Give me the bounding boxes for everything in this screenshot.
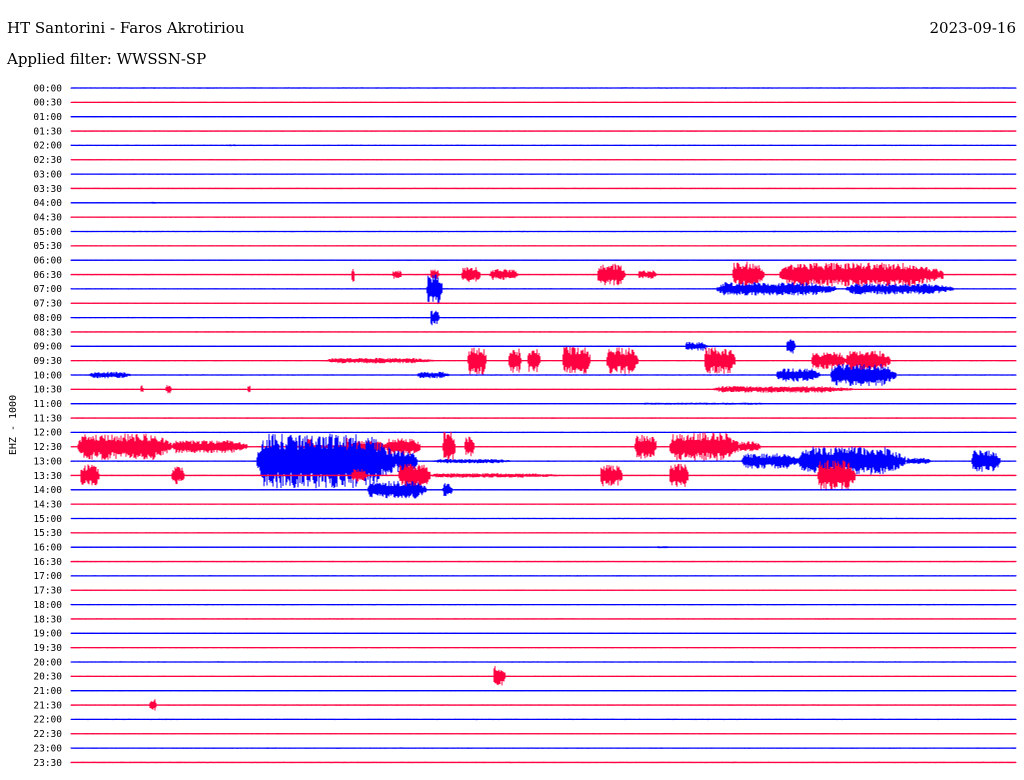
row-time-label: 13:00 [33, 456, 62, 467]
seismic-trace [70, 201, 1017, 204]
row-time-label: 10:00 [33, 370, 62, 381]
row-time-label: 12:00 [33, 428, 62, 439]
seismic-trace [70, 699, 1017, 711]
row-time-label: 09:30 [33, 356, 62, 367]
row-time-label: 17:30 [33, 586, 62, 597]
row-time-label: 22:00 [33, 715, 62, 726]
seismic-trace [70, 481, 1017, 499]
row-time-label: 03:30 [33, 184, 62, 195]
row-time-label: 23:00 [33, 743, 62, 754]
row-time-label: 16:30 [33, 557, 62, 568]
channel-label: EHZ - 1000 [8, 395, 19, 455]
seismic-trace [70, 433, 1017, 489]
row-time-label: 01:00 [33, 112, 62, 123]
row-time-label: 00:00 [33, 83, 62, 94]
seismic-trace [70, 339, 1017, 354]
row-time-label: 20:30 [33, 672, 62, 683]
row-time-label: 21:00 [33, 686, 62, 697]
row-time-label: 19:00 [33, 629, 62, 640]
row-time-label: 10:30 [33, 385, 62, 396]
row-time-label: 06:30 [33, 270, 62, 281]
row-time-label: 04:30 [33, 212, 62, 223]
row-time-label: 13:30 [33, 471, 62, 482]
row-time-label: 02:00 [33, 141, 62, 152]
row-time-label: 01:30 [33, 126, 62, 137]
row-time-label: 11:30 [33, 413, 62, 424]
row-time-label: 14:30 [33, 499, 62, 510]
row-time-label: 05:00 [33, 227, 62, 238]
seismic-trace [70, 310, 1017, 326]
traces [70, 87, 1017, 764]
row-time-label: 12:30 [33, 442, 62, 453]
row-time-label: 03:00 [33, 169, 62, 180]
row-time-label: 14:00 [33, 485, 62, 496]
row-time-label: 15:00 [33, 514, 62, 525]
row-time-label: 02:30 [33, 155, 62, 166]
row-time-label: 20:00 [33, 657, 62, 668]
row-time-label: 17:00 [33, 571, 62, 582]
row-time-label: 23:30 [33, 758, 62, 769]
row-time-label: 09:00 [33, 342, 62, 353]
row-time-label: 05:30 [33, 241, 62, 252]
row-time-label: 15:30 [33, 528, 62, 539]
row-time-label: 07:30 [33, 299, 62, 310]
seismic-trace [70, 747, 1017, 749]
row-time-label: 16:00 [33, 543, 62, 554]
row-time-label: 08:30 [33, 327, 62, 338]
row-labels: 00:00 00:30 01:00 01:30 02:00 02:30 03:00 03:30… [33, 83, 62, 768]
seismic-trace [70, 385, 1017, 394]
row-time-label: 18:30 [33, 614, 62, 625]
row-time-label: 00:30 [33, 98, 62, 109]
row-time-label: 22:30 [33, 729, 62, 740]
seismic-trace [70, 364, 1017, 386]
row-time-label: 18:00 [33, 600, 62, 611]
row-time-label: 08:00 [33, 313, 62, 324]
row-time-label: 04:00 [33, 198, 62, 209]
row-time-label: 07:00 [33, 284, 62, 295]
row-time-label: 06:00 [33, 256, 62, 267]
seismogram-chart: 00:00 00:30 01:00 01:30 02:00 02:30 03:00 03:30… [8, 83, 1017, 769]
row-time-label: 11:00 [33, 399, 62, 410]
seismic-trace [70, 402, 1017, 405]
row-time-label: 21:30 [33, 700, 62, 711]
seismic-trace [70, 87, 1017, 89]
seismic-trace [70, 546, 1017, 549]
row-time-label: 19:30 [33, 643, 62, 654]
